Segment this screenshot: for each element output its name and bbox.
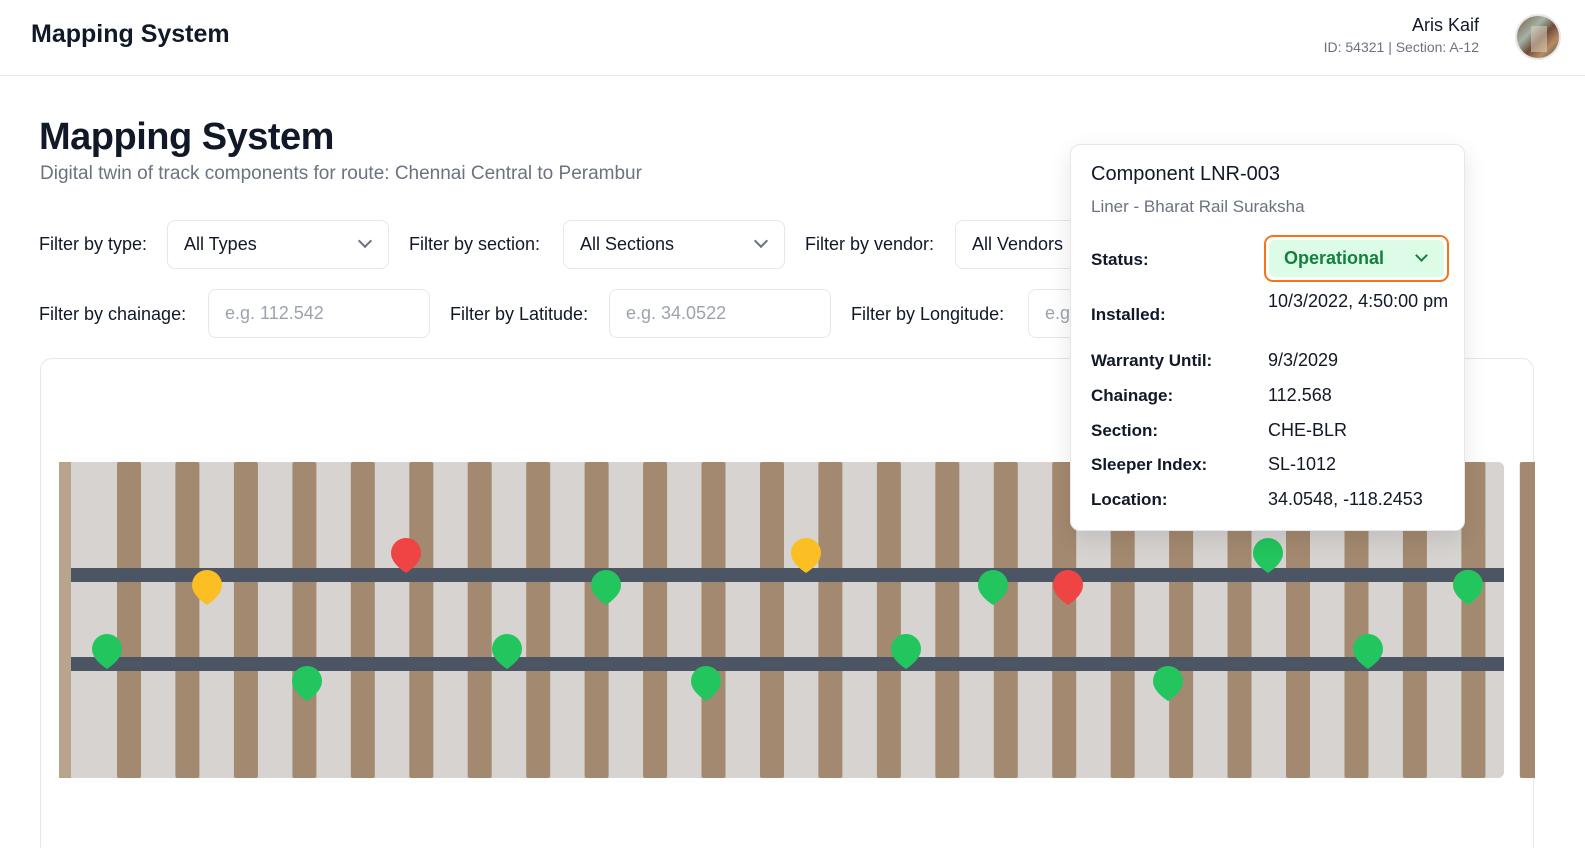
user-info: Aris Kaif ID: 54321 | Section: A-12 bbox=[1324, 15, 1479, 55]
installed-value: 10/3/2022, 4:50:00 pm bbox=[1268, 291, 1449, 311]
chevron-down-icon bbox=[357, 233, 373, 249]
sleeper bbox=[526, 462, 551, 778]
status-select[interactable]: Operational bbox=[1264, 235, 1449, 282]
filter-type-select[interactable]: All Types bbox=[167, 220, 389, 269]
rail-bottom bbox=[71, 657, 1504, 671]
sleeper bbox=[175, 462, 200, 778]
sleeper-index-value: SL-1012 bbox=[1268, 454, 1337, 474]
sleeper bbox=[818, 462, 843, 778]
sleeper-index-label: Sleeper Index: bbox=[1091, 455, 1208, 474]
filter-chainage-label: Filter by chainage: bbox=[39, 304, 187, 324]
filter-section-label: Filter by section: bbox=[409, 234, 541, 254]
user-meta: ID: 54321 | Section: A-12 bbox=[1323, 39, 1479, 55]
chainage-label: Chainage: bbox=[1091, 386, 1174, 405]
filter-vendor-value: All Vendors bbox=[972, 234, 1064, 254]
sleeper bbox=[409, 462, 434, 778]
filter-type-label: Filter by type: bbox=[39, 234, 148, 254]
sleeper bbox=[876, 462, 901, 778]
sleeper bbox=[935, 462, 960, 778]
user-name: Aris Kaif bbox=[1411, 15, 1479, 35]
ballast-edge bbox=[59, 462, 71, 778]
section-value: CHE-BLR bbox=[1268, 420, 1348, 440]
filter-vendor-label: Filter by vendor: bbox=[805, 234, 935, 254]
sleeper bbox=[117, 462, 141, 778]
page-subtitle: Digital twin of track components for rou… bbox=[40, 163, 642, 184]
filter-chainage-input[interactable] bbox=[208, 289, 430, 338]
sleeper bbox=[233, 462, 258, 778]
filter-longitude-label: Filter by Longitude: bbox=[851, 304, 1005, 324]
popup-title: Component LNR-003 bbox=[1091, 163, 1280, 185]
chainage-value: 112.568 bbox=[1268, 385, 1332, 405]
top-navbar: Mapping System Aris Kaif ID: 54321 | Sec… bbox=[0, 0, 1585, 76]
popup-subtitle: Liner - Bharat Rail Suraksha bbox=[1091, 197, 1305, 216]
sleeper bbox=[350, 462, 375, 778]
sleeper bbox=[760, 462, 784, 778]
status-label: Status: bbox=[1091, 250, 1149, 269]
page-title: Mapping System bbox=[39, 116, 334, 158]
sleeper bbox=[467, 462, 492, 778]
sleeper bbox=[993, 462, 1018, 778]
filter-latitude-label: Filter by Latitude: bbox=[450, 304, 589, 324]
warranty-value: 9/3/2029 bbox=[1268, 350, 1339, 370]
section-label: Section: bbox=[1091, 421, 1159, 440]
sleeper bbox=[1519, 462, 1535, 778]
rail-top bbox=[71, 568, 1504, 582]
filter-type-value: All Types bbox=[184, 234, 257, 254]
filter-section-value: All Sections bbox=[580, 234, 675, 254]
sleeper bbox=[584, 462, 609, 778]
chevron-down-icon bbox=[753, 233, 769, 249]
filter-section-select[interactable]: All Sections bbox=[563, 220, 785, 269]
location-label: Location: bbox=[1091, 490, 1168, 509]
location-value: 34.0548, -118.2453 bbox=[1268, 489, 1423, 509]
sleeper bbox=[1461, 462, 1486, 778]
avatar[interactable] bbox=[1515, 14, 1561, 60]
component-popup: Component LNR-003 Liner - Bharat Rail Su… bbox=[1070, 144, 1465, 531]
sleeper bbox=[643, 462, 668, 778]
chevron-down-icon bbox=[1415, 249, 1428, 262]
filter-latitude-input[interactable] bbox=[609, 289, 831, 338]
status-value: Operational bbox=[1284, 248, 1385, 268]
installed-label: Installed: bbox=[1091, 305, 1166, 324]
warranty-label: Warranty Until: bbox=[1091, 351, 1213, 370]
app-brand[interactable]: Mapping System bbox=[31, 20, 230, 49]
sleeper bbox=[701, 462, 726, 778]
sleeper bbox=[292, 462, 317, 778]
